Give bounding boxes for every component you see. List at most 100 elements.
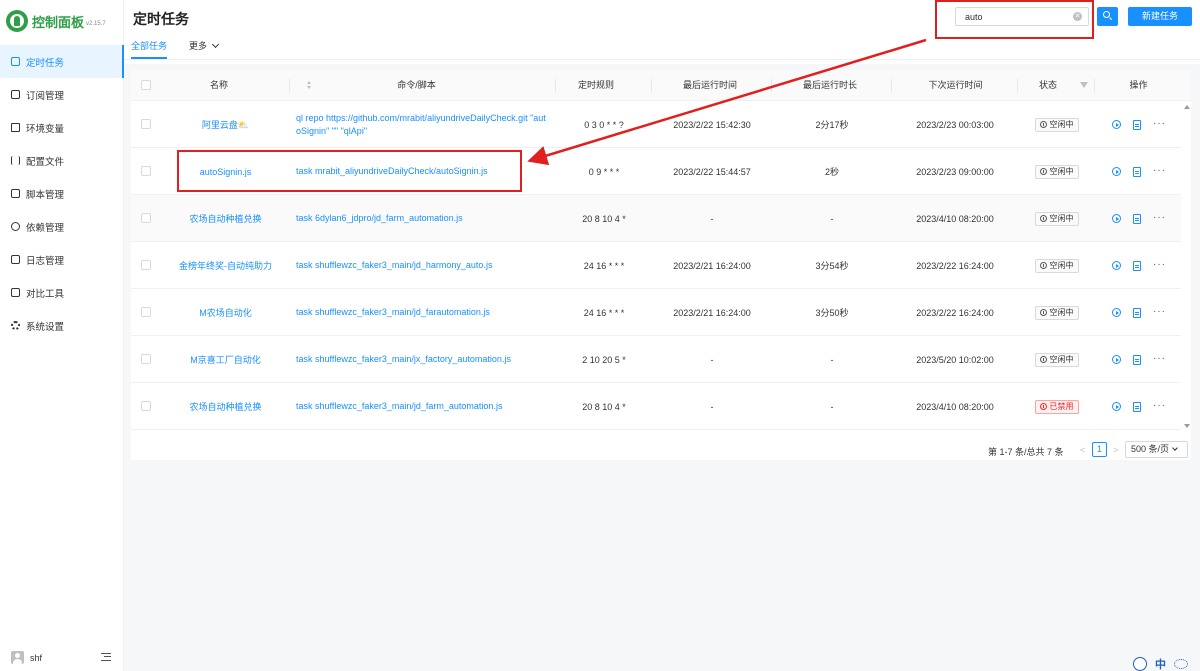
- sidebar-item-script[interactable]: 脚本管理: [0, 177, 124, 210]
- log-icon[interactable]: [1133, 214, 1141, 224]
- tab-more[interactable]: 更多: [189, 36, 220, 60]
- pagination: 第 1-7 条/总共 7 条 < 1 > 500 条/页: [131, 440, 1191, 460]
- task-command[interactable]: task shufflewzc_faker3_main/jd_farautoma…: [296, 289, 550, 336]
- filter-icon[interactable]: [1080, 82, 1088, 88]
- task-schedule: 20 8 10 4 *: [582, 213, 626, 224]
- log-icon[interactable]: [1133, 308, 1141, 318]
- sidebar-item-diff[interactable]: 对比工具: [0, 276, 124, 309]
- column-header-last-run[interactable]: 最后运行时间: [653, 70, 767, 101]
- next-page-icon[interactable]: >: [1113, 445, 1118, 455]
- status-badge: 空闲中: [1034, 211, 1079, 226]
- sidebar-item-config[interactable]: 配置文件: [0, 144, 124, 177]
- column-header-command[interactable]: 命令/脚本: [291, 70, 542, 101]
- table-row: 农场自动种植兑换 task 6dylan6_jdpro/jd_farm_auto…: [131, 195, 1181, 242]
- prev-page-icon[interactable]: <: [1080, 445, 1085, 455]
- ime-logo-icon[interactable]: [1133, 656, 1147, 671]
- more-icon[interactable]: ···: [1153, 213, 1166, 223]
- sliders-icon: [11, 156, 20, 165]
- row-checkbox[interactable]: [141, 119, 151, 129]
- more-icon[interactable]: ···: [1153, 166, 1166, 176]
- sort-icon[interactable]: [637, 81, 642, 90]
- task-next-run: 2023/2/23 00:03:00: [916, 119, 994, 130]
- sidebar-item-env[interactable]: 环境变量: [0, 111, 124, 144]
- sidebar-item-dependence[interactable]: 依赖管理: [0, 210, 124, 243]
- sidebar-item-log[interactable]: 日志管理: [0, 243, 124, 276]
- clock-icon: [1039, 215, 1047, 222]
- task-table: 名称 命令/脚本 定时规则 最后运行时间 最后运行时长 下次运行时间 状态 操作…: [131, 70, 1191, 460]
- sidebar-item-setting[interactable]: 系统设置: [0, 309, 124, 342]
- task-command[interactable]: task shufflewzc_faker3_main/jd_harmony_a…: [296, 242, 550, 289]
- column-header-status[interactable]: 状态: [1019, 70, 1077, 101]
- row-checkbox[interactable]: [141, 166, 151, 176]
- select-all-checkbox[interactable]: [141, 80, 151, 90]
- log-icon[interactable]: [1133, 120, 1141, 130]
- log-icon[interactable]: [1133, 355, 1141, 365]
- more-icon[interactable]: ···: [1153, 260, 1166, 270]
- page-size-select[interactable]: 500 条/页: [1125, 441, 1188, 458]
- row-checkbox[interactable]: [141, 401, 151, 411]
- task-next-run: 2023/2/23 09:00:00: [916, 166, 994, 177]
- run-icon[interactable]: [1112, 120, 1121, 129]
- sidebar-item-label: 脚本管理: [26, 189, 65, 201]
- log-icon[interactable]: [1133, 167, 1141, 177]
- column-header-next-run[interactable]: 下次运行时间: [893, 70, 1018, 101]
- column-header-name[interactable]: 名称: [162, 70, 311, 101]
- chevron-down-icon: [211, 40, 220, 49]
- task-next-run: 2023/2/22 16:24:00: [916, 307, 994, 318]
- sidebar-item-subscription[interactable]: 订阅管理: [0, 78, 124, 111]
- row-checkbox[interactable]: [141, 213, 151, 223]
- task-name[interactable]: 农场自动种植兑换: [162, 195, 289, 242]
- task-name[interactable]: 阿里云盘⛅: [162, 101, 289, 148]
- ime-language-toggle[interactable]: 中: [1155, 656, 1166, 671]
- ime-menu-icon[interactable]: [1174, 658, 1188, 669]
- task-command[interactable]: task shufflewzc_faker3_main/jx_factory_a…: [296, 336, 550, 383]
- run-icon[interactable]: [1112, 214, 1121, 223]
- task-name[interactable]: M京喜工厂自动化: [162, 336, 289, 383]
- menu-collapse-icon[interactable]: [101, 653, 111, 661]
- more-icon[interactable]: ···: [1153, 401, 1166, 411]
- new-task-button[interactable]: 新建任务: [1128, 7, 1192, 26]
- task-next-run: 2023/2/22 16:24:00: [916, 260, 994, 271]
- log-icon[interactable]: [1133, 402, 1141, 412]
- tab-all-tasks[interactable]: 全部任务: [131, 36, 168, 60]
- status-cell: 已禁用: [1019, 383, 1094, 430]
- task-command[interactable]: ql repo https://github.com/mrabit/aliyun…: [296, 101, 550, 148]
- search-button[interactable]: [1097, 7, 1118, 26]
- task-duration: -: [830, 354, 834, 365]
- task-name[interactable]: M农场自动化: [162, 289, 289, 336]
- task-name[interactable]: 金榜年终奖-自动纯助力: [162, 242, 289, 289]
- task-name[interactable]: 农场自动种植兑换: [162, 383, 289, 430]
- user-menu[interactable]: shf: [11, 651, 42, 664]
- column-header-duration[interactable]: 最后运行时长: [773, 70, 887, 101]
- row-checkbox[interactable]: [141, 307, 151, 317]
- task-schedule: 0 9 * * *: [588, 166, 620, 177]
- run-icon[interactable]: [1112, 355, 1121, 364]
- run-icon[interactable]: [1112, 402, 1121, 411]
- run-icon[interactable]: [1112, 308, 1121, 317]
- row-checkbox[interactable]: [141, 354, 151, 364]
- task-command[interactable]: task 6dylan6_jdpro/jd_farm_automation.js: [296, 195, 550, 242]
- run-icon[interactable]: [1112, 261, 1121, 270]
- more-icon[interactable]: ···: [1153, 354, 1166, 364]
- column-header-actions: 操作: [1129, 80, 1148, 90]
- sidebar-item-label: 订阅管理: [26, 90, 65, 102]
- table-row: 金榜年终奖-自动纯助力 task shufflewzc_faker3_main/…: [131, 242, 1181, 289]
- page-number[interactable]: 1: [1092, 442, 1107, 457]
- column-separator: [891, 79, 892, 92]
- scroll-up-icon[interactable]: [1184, 105, 1190, 109]
- more-icon[interactable]: ···: [1153, 307, 1166, 317]
- sidebar-item-label: 环境变量: [26, 123, 65, 135]
- app-version: v2.15.7: [86, 20, 106, 27]
- task-command[interactable]: task shufflewzc_faker3_main/jd_farm_auto…: [296, 383, 550, 430]
- task-last-run: 2023/2/21 16:24:00: [673, 307, 751, 318]
- scroll-down-icon[interactable]: [1184, 424, 1190, 428]
- sidebar-item-cron[interactable]: 定时任务: [0, 45, 124, 78]
- more-icon[interactable]: ···: [1153, 119, 1166, 129]
- log-icon[interactable]: [1133, 261, 1141, 271]
- log-icon: [11, 255, 20, 264]
- column-header-schedule[interactable]: 定时规则: [557, 70, 635, 101]
- sort-icon[interactable]: [541, 81, 546, 90]
- task-next-run: 2023/4/10 08:20:00: [916, 213, 994, 224]
- run-icon[interactable]: [1112, 167, 1121, 176]
- row-checkbox[interactable]: [141, 260, 151, 270]
